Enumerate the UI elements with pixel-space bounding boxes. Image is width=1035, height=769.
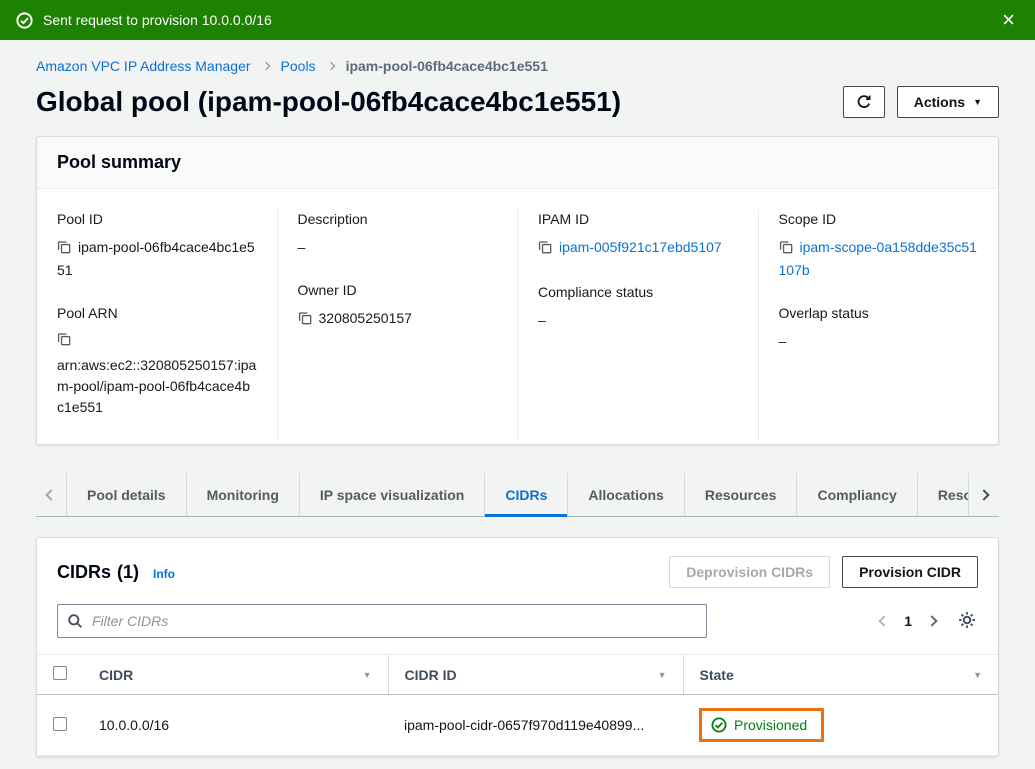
header-state: State xyxy=(700,667,734,683)
page-header: Global pool (ipam-pool-06fb4cace4bc1e551… xyxy=(36,86,999,118)
cell-state: Provisioned xyxy=(683,695,998,756)
tab-resources[interactable]: Resources xyxy=(684,473,797,516)
chevron-right-icon xyxy=(978,489,989,500)
refresh-button[interactable] xyxy=(843,86,885,118)
tab-cidrs[interactable]: CIDRs xyxy=(484,473,567,516)
flashbar-success: Sent request to provision 10.0.0.0/16 × xyxy=(0,0,1035,40)
cell-cidr: 10.0.0.0/16 xyxy=(83,695,388,756)
tab-pool-details[interactable]: Pool details xyxy=(66,473,186,516)
provisioned-check-icon xyxy=(711,717,727,733)
breadcrumb-separator-icon xyxy=(326,62,334,70)
annotation-highlight-box: Provisioned xyxy=(699,708,824,742)
page-title: Global pool (ipam-pool-06fb4cace4bc1e551… xyxy=(36,86,621,118)
scope-id-link[interactable]: ipam-scope-0a158dde35c51107b xyxy=(779,239,977,278)
previous-page-button[interactable] xyxy=(880,617,888,625)
overlap-status-label: Overlap status xyxy=(779,303,979,324)
next-page-button[interactable] xyxy=(928,617,936,625)
breadcrumb: Amazon VPC IP Address Manager Pools ipam… xyxy=(36,58,999,74)
pool-summary-title: Pool summary xyxy=(37,137,998,189)
copy-icon[interactable] xyxy=(57,331,250,352)
sort-caret-icon[interactable]: ▼ xyxy=(363,670,372,680)
pool-summary-card: Pool summary Pool ID ipam-pool-06fb4cace… xyxy=(36,136,999,445)
status-badge: Provisioned xyxy=(711,717,807,733)
compliance-status-label: Compliance status xyxy=(538,282,738,303)
pool-id-label: Pool ID xyxy=(57,209,257,230)
scope-id-label: Scope ID xyxy=(779,209,979,230)
copy-icon[interactable] xyxy=(538,239,552,260)
copy-icon[interactable] xyxy=(779,239,793,260)
summary-column-1: Pool ID ipam-pool-06fb4cace4bc1e551 Pool… xyxy=(37,209,277,440)
pool-id-value: ipam-pool-06fb4cace4bc1e551 xyxy=(57,239,255,278)
refresh-icon xyxy=(856,94,872,110)
header-cidr-id: CIDR ID xyxy=(405,667,457,683)
cidrs-counter: (1) xyxy=(117,562,139,583)
tab-ip-space-visualization[interactable]: IP space visualization xyxy=(299,473,484,516)
breadcrumb-separator-icon xyxy=(261,62,269,70)
close-icon[interactable]: × xyxy=(998,9,1019,31)
field-description: Description – xyxy=(298,209,498,258)
copy-icon[interactable] xyxy=(298,310,312,331)
field-pool-id: Pool ID ipam-pool-06fb4cace4bc1e551 xyxy=(57,209,257,281)
preferences-button[interactable] xyxy=(956,609,978,634)
gear-icon xyxy=(958,611,976,629)
field-overlap-status: Overlap status – xyxy=(779,303,979,352)
filter-cidrs-input[interactable] xyxy=(57,604,707,638)
search-icon xyxy=(67,613,83,629)
deprovision-cidrs-button[interactable]: Deprovision CIDRs xyxy=(669,556,830,588)
row-checkbox[interactable] xyxy=(53,717,67,731)
select-all-checkbox[interactable] xyxy=(53,666,67,680)
ipam-id-label: IPAM ID xyxy=(538,209,738,230)
summary-column-4: Scope ID ipam-scope-0a158dde35c51107b Ov… xyxy=(758,209,999,440)
field-scope-id: Scope ID ipam-scope-0a158dde35c51107b xyxy=(779,209,979,281)
cell-cidr-id: ipam-pool-cidr-0657f970d119e40899... xyxy=(388,695,683,756)
caret-down-icon: ▼ xyxy=(973,98,982,107)
field-pool-arn: Pool ARN arn:aws:ec2::320805250157:ipam-… xyxy=(57,303,257,418)
description-value: – xyxy=(298,237,498,258)
cidrs-panel: CIDRs (1) Info Deprovision CIDRs Provisi… xyxy=(36,537,999,757)
cidrs-table: CIDR ▼ CIDR ID ▼ State ▼ xyxy=(37,654,998,756)
chevron-left-icon xyxy=(879,615,890,626)
description-label: Description xyxy=(298,209,498,230)
success-check-icon xyxy=(16,12,33,29)
provision-cidr-button[interactable]: Provision CIDR xyxy=(842,556,978,588)
tab-compliancy[interactable]: Compliancy xyxy=(796,473,916,516)
chevron-left-icon xyxy=(45,489,56,500)
summary-column-2: Description – Owner ID 320805250157 xyxy=(277,209,518,440)
tabs-scroll-left-button[interactable] xyxy=(36,473,66,516)
summary-column-3: IPAM ID ipam-005f921c17ebd5107 Complianc… xyxy=(517,209,758,440)
tabs-scroll-right-button[interactable] xyxy=(968,473,999,516)
breadcrumb-current: ipam-pool-06fb4cace4bc1e551 xyxy=(346,58,548,74)
breadcrumb-link-pools[interactable]: Pools xyxy=(281,58,316,74)
header-cidr: CIDR xyxy=(99,667,133,683)
owner-id-label: Owner ID xyxy=(298,280,498,301)
compliance-status-value: – xyxy=(538,310,738,331)
tab-allocations[interactable]: Allocations xyxy=(567,473,683,516)
sort-caret-icon[interactable]: ▼ xyxy=(658,670,667,680)
pool-tabs: Pool details Monitoring IP space visuali… xyxy=(36,473,999,517)
field-compliance-status: Compliance status – xyxy=(538,282,738,331)
field-ipam-id: IPAM ID ipam-005f921c17ebd5107 xyxy=(538,209,738,260)
pagination: 1 xyxy=(880,609,978,634)
pool-arn-value: arn:aws:ec2::320805250157:ipam-pool/ipam… xyxy=(57,357,256,415)
state-text: Provisioned xyxy=(734,717,807,733)
chevron-right-icon xyxy=(926,615,937,626)
tab-reso-clipped[interactable]: Reso xyxy=(917,473,968,516)
table-row: 10.0.0.0/16 ipam-pool-cidr-0657f970d119e… xyxy=(37,695,998,756)
actions-button[interactable]: Actions ▼ xyxy=(897,86,999,118)
actions-button-label: Actions xyxy=(914,94,965,110)
copy-icon[interactable] xyxy=(57,239,71,260)
pool-arn-label: Pool ARN xyxy=(57,303,257,324)
breadcrumb-link-ipam[interactable]: Amazon VPC IP Address Manager xyxy=(36,58,251,74)
owner-id-value: 320805250157 xyxy=(319,310,412,326)
cidrs-title: CIDRs xyxy=(57,562,111,583)
ipam-id-link[interactable]: ipam-005f921c17ebd5107 xyxy=(559,239,722,255)
current-page[interactable]: 1 xyxy=(904,613,912,629)
info-link[interactable]: Info xyxy=(153,567,175,581)
sort-caret-icon[interactable]: ▼ xyxy=(973,670,982,680)
field-owner-id: Owner ID 320805250157 xyxy=(298,280,498,331)
flashbar-message: Sent request to provision 10.0.0.0/16 xyxy=(43,12,998,28)
tab-monitoring[interactable]: Monitoring xyxy=(186,473,299,516)
filter-cidrs-search xyxy=(57,604,707,638)
overlap-status-value: – xyxy=(779,331,979,352)
